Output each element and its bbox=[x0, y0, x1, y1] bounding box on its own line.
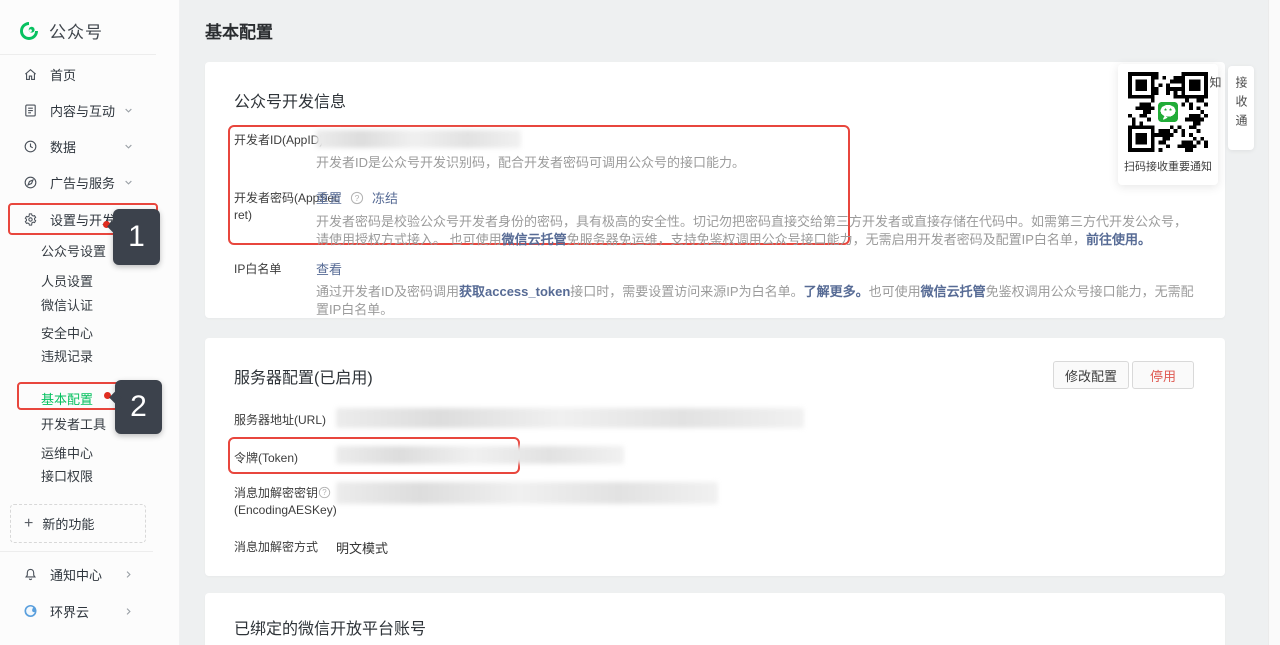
data-icon bbox=[23, 139, 38, 154]
chevron-right-icon bbox=[122, 568, 135, 581]
page-title: 基本配置 bbox=[205, 18, 273, 43]
cloud-swirl-icon bbox=[23, 603, 38, 619]
get-access-token-link[interactable]: 获取access_token bbox=[459, 284, 570, 299]
chevron-down-icon bbox=[122, 176, 135, 189]
sidebar-item-label: 数据 bbox=[50, 137, 76, 156]
reset-appsecret-link[interactable]: 重置 bbox=[316, 188, 342, 207]
server-url-label: 服务器地址(URL) bbox=[234, 412, 326, 429]
section-title-dev-info: 公众号开发信息 bbox=[234, 88, 346, 112]
token-label: 令牌(Token) bbox=[234, 450, 298, 467]
sidebar-subitem-staff-settings[interactable]: 人员设置 bbox=[41, 271, 93, 290]
wechat-cloud-hosting-link[interactable]: 微信云托管 bbox=[502, 232, 567, 247]
wechat-official-account-logo-icon bbox=[18, 20, 40, 42]
go-use-link[interactable]: 前往使用。 bbox=[1086, 232, 1151, 247]
sidebar-subitem-basic-config[interactable]: 基本配置 bbox=[41, 389, 93, 408]
sidebar-item-label: 广告与服务 bbox=[50, 173, 115, 192]
modify-config-button[interactable]: 修改配置 bbox=[1053, 361, 1129, 389]
sidebar-subitem-ops-center[interactable]: 运维中心 bbox=[41, 443, 93, 462]
receive-notifications-tab[interactable]: 接收通知 bbox=[1228, 66, 1254, 150]
ads-icon bbox=[23, 175, 38, 190]
chevron-down-icon bbox=[122, 140, 135, 153]
section-title-bound-account: 已绑定的微信开放平台账号 bbox=[234, 615, 426, 639]
sidebar-item-label: 首页 bbox=[50, 65, 76, 84]
sidebar-item-content[interactable]: 内容与互动 bbox=[0, 98, 180, 122]
svg-text:?: ? bbox=[322, 488, 327, 497]
sidebar-divider-bottom bbox=[0, 551, 153, 552]
sidebar-item-home[interactable]: 首页 bbox=[0, 62, 180, 86]
sidebar-item-label: 内容与互动 bbox=[50, 101, 115, 120]
plus-icon: + bbox=[24, 516, 33, 532]
home-icon bbox=[23, 67, 38, 82]
freeze-appsecret-link[interactable]: 冻结 bbox=[372, 188, 398, 207]
aeskey-value-redacted bbox=[336, 482, 718, 504]
server-config-card: 服务器配置(已启用) 修改配置 停用 服务器地址(URL) 令牌(Token) … bbox=[205, 338, 1225, 576]
help-icon[interactable]: ? bbox=[318, 486, 331, 499]
server-url-value-redacted bbox=[336, 408, 804, 428]
disable-button[interactable]: 停用 bbox=[1132, 361, 1194, 389]
ip-whitelist-description: 通过开发者ID及密码调用获取access_token接口时，需要设置访问来源IP… bbox=[316, 283, 1206, 319]
developer-info-card: 公众号开发信息 开发者ID(AppID) 开发者ID是公众号开发识别码，配合开发… bbox=[205, 62, 1225, 318]
svg-text:?: ? bbox=[355, 192, 360, 202]
annotation-step-1-badge: 1 bbox=[113, 209, 160, 265]
sidebar-item-data[interactable]: 数据 bbox=[0, 134, 180, 158]
bound-open-platform-card: 已绑定的微信开放平台账号 bbox=[205, 593, 1225, 645]
annotation-step-2-badge: 2 bbox=[115, 380, 162, 434]
sidebar-item-huanjie-cloud[interactable]: 环界云 bbox=[0, 599, 180, 623]
qr-code bbox=[1128, 72, 1208, 152]
appsecret-description: 开发者密码是校验公众号开发者身份的密码，具有极高的安全性。切记勿把密码直接交给第… bbox=[316, 213, 1194, 249]
appsecret-actions: 重置 ? 冻结 bbox=[316, 188, 398, 207]
view-ip-whitelist-link[interactable]: 查看 bbox=[316, 259, 342, 278]
wechat-cloud-hosting-link[interactable]: 微信云托管 bbox=[921, 284, 986, 299]
ip-whitelist-label: IP白名单 bbox=[234, 261, 281, 278]
section-title-server-config: 服务器配置(已启用) bbox=[234, 364, 373, 388]
aeskey-label: 消息加解密密钥? (EncodingAESKey) bbox=[234, 485, 337, 519]
logo[interactable]: 公众号 bbox=[18, 18, 103, 43]
sidebar-subitem-developer-tools[interactable]: 开发者工具 bbox=[41, 414, 106, 433]
bell-icon bbox=[23, 567, 38, 582]
sidebar-item-label: 通知中心 bbox=[50, 565, 102, 584]
token-value-redacted bbox=[336, 446, 624, 464]
chevron-right-icon bbox=[122, 605, 135, 618]
sidebar-item-notification-center[interactable]: 通知中心 bbox=[0, 562, 180, 586]
content-icon bbox=[23, 103, 38, 118]
message-encryption-mode-value: 明文模式 bbox=[336, 538, 388, 557]
sidebar-subitem-wechat-verification[interactable]: 微信认证 bbox=[41, 295, 93, 314]
sidebar-subitem-account-settings[interactable]: 公众号设置 bbox=[41, 241, 106, 260]
appid-value-redacted bbox=[316, 130, 521, 148]
sidebar-item-ads[interactable]: 广告与服务 bbox=[0, 170, 180, 194]
sidebar-item-label: 环界云 bbox=[50, 602, 89, 621]
sidebar: 公众号 首页 内容与互动 数据 广告与服务 设置与开发 公众号设置 bbox=[0, 0, 180, 645]
help-icon[interactable]: ? bbox=[350, 191, 364, 205]
qr-caption: 扫码接收重要通知 bbox=[1118, 158, 1218, 174]
settings-gear-icon bbox=[23, 212, 38, 227]
learn-more-link[interactable]: 了解更多。 bbox=[804, 284, 869, 299]
sidebar-subitem-violation-records[interactable]: 违规记录 bbox=[41, 346, 93, 365]
sidebar-subitem-api-permissions[interactable]: 接口权限 bbox=[41, 466, 93, 485]
message-encryption-mode-label: 消息加解密方式 bbox=[234, 539, 318, 556]
appid-label: 开发者ID(AppID) bbox=[234, 132, 323, 149]
logo-text: 公众号 bbox=[49, 18, 103, 43]
sidebar-subitem-security-center[interactable]: 安全中心 bbox=[41, 323, 93, 342]
new-features-label: 新的功能 bbox=[42, 514, 94, 533]
new-features-button[interactable]: + 新的功能 bbox=[10, 504, 146, 543]
scrollbar[interactable] bbox=[1268, 0, 1280, 645]
sidebar-divider-top bbox=[0, 54, 156, 55]
appid-description: 开发者ID是公众号开发识别码，配合开发者密码可调用公众号的接口能力。 bbox=[316, 154, 1196, 172]
chevron-down-icon bbox=[122, 104, 135, 117]
